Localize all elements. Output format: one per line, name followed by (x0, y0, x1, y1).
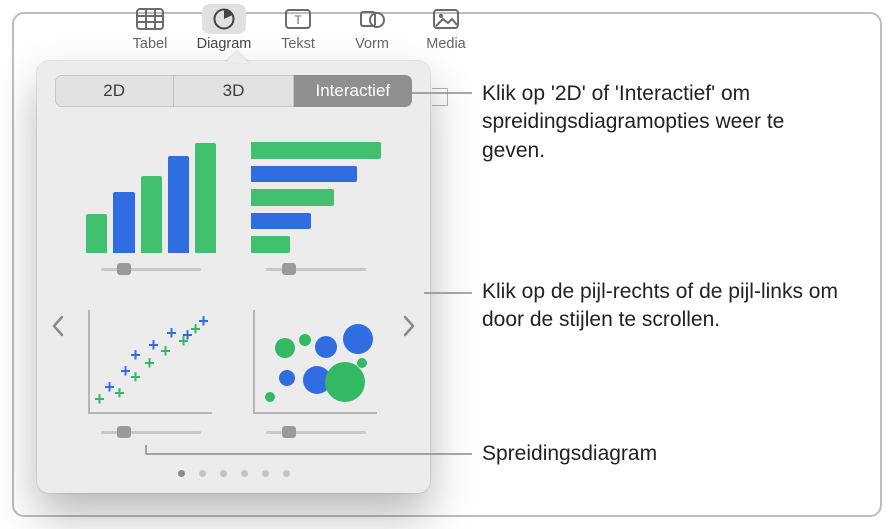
chart-type-bar[interactable] (247, 131, 386, 275)
slider-icon (101, 426, 201, 438)
page-dot[interactable] (178, 470, 185, 477)
tab-3d[interactable]: 3D (174, 75, 293, 107)
slider-icon (101, 263, 201, 275)
page-dot[interactable] (241, 470, 248, 477)
chart-picker-popover: 2D 3D Interactief + + + + (37, 61, 430, 493)
page-dot[interactable] (220, 470, 227, 477)
toolbar-label: Diagram (197, 36, 252, 52)
chevron-right-icon (402, 315, 416, 337)
prev-style-arrow[interactable] (47, 311, 69, 341)
chart-type-column[interactable] (82, 131, 221, 275)
bar-chart-preview (251, 143, 381, 253)
svg-text:T: T (294, 13, 302, 27)
textbox-icon: T (284, 7, 312, 31)
toolbar-chart[interactable]: Diagram (194, 0, 254, 52)
next-style-arrow[interactable] (398, 311, 420, 341)
image-icon (432, 7, 460, 31)
page-dot[interactable] (262, 470, 269, 477)
chart-category-tabs: 2D 3D Interactief (55, 75, 412, 107)
table-icon (136, 7, 164, 31)
toolbar-text[interactable]: T Tekst (268, 0, 328, 52)
callout-tabs-hint: Klik op '2D' of 'Interactief' om spreidi… (482, 80, 842, 165)
chart-type-grid: + + + + + + + + + + + + + + (82, 131, 385, 438)
page-indicator[interactable] (37, 470, 430, 477)
toolbar-shape[interactable]: Vorm (342, 0, 402, 52)
chart-type-scatter[interactable]: + + + + + + + + + + + + + + (82, 295, 221, 439)
column-chart-preview (86, 143, 216, 253)
callout-arrows-hint: Klik op de pijl-rechts of de pijl-links … (482, 278, 842, 335)
tab-2d[interactable]: 2D (55, 75, 174, 107)
piechart-icon (210, 7, 238, 31)
shape-icon (358, 7, 386, 31)
chevron-left-icon (51, 315, 65, 337)
toolbar-label: Tabel (133, 36, 168, 52)
toolbar-label: Tekst (281, 36, 315, 52)
callout-scatter-label: Spreidingsdiagram (482, 440, 842, 468)
chart-type-bubble[interactable] (247, 295, 386, 439)
page-dot[interactable] (283, 470, 290, 477)
tab-interactive[interactable]: Interactief (294, 75, 412, 107)
insert-toolbar: Tabel Diagram T Tekst Vorm Media (120, 0, 476, 52)
slider-icon (266, 263, 366, 275)
toolbar-label: Vorm (355, 36, 389, 52)
bubble-chart-preview (251, 306, 381, 416)
toolbar-table[interactable]: Tabel (120, 0, 180, 52)
page-dot[interactable] (199, 470, 206, 477)
scatter-chart-preview: + + + + + + + + + + + + + + (86, 306, 216, 416)
slider-icon (266, 426, 366, 438)
toolbar-media[interactable]: Media (416, 0, 476, 52)
background-fragment (432, 88, 448, 106)
toolbar-label: Media (426, 36, 466, 52)
